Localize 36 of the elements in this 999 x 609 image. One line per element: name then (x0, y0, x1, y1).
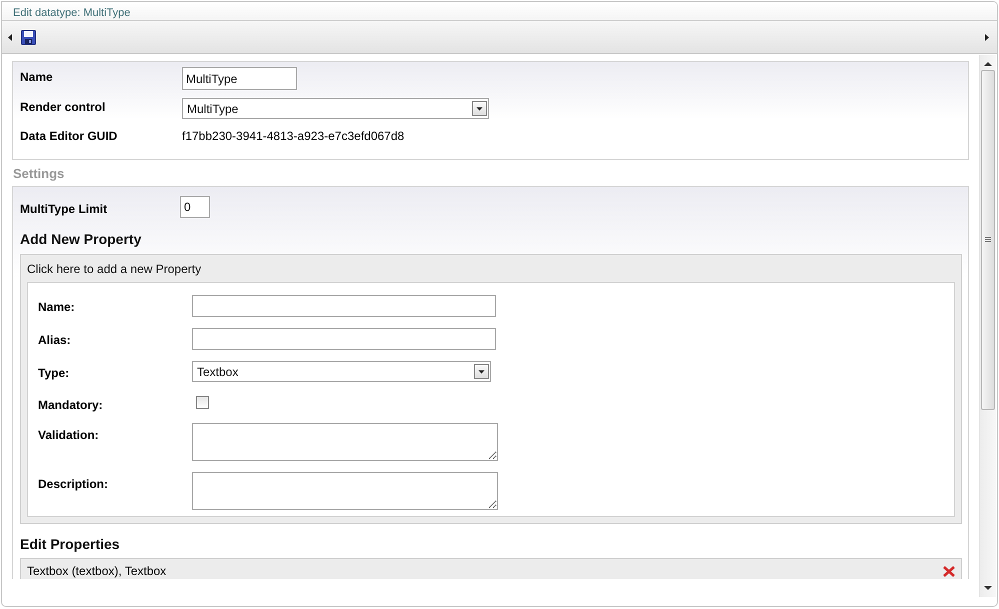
field-label: Type: (38, 365, 70, 380)
field-label: MultiType Limit (20, 201, 108, 216)
field-label: Description: (38, 476, 110, 491)
scroll-down-icon[interactable] (984, 585, 992, 591)
field-label: Render control (20, 99, 106, 114)
text-field[interactable] (192, 295, 496, 317)
property-label: Textbox (textbox), Textbox (27, 564, 166, 578)
window-title: Edit datatype: MultiType (2, 2, 997, 21)
left-arrow-icon[interactable] (8, 34, 13, 40)
dropdown[interactable]: MultiType (182, 98, 489, 119)
add-property-link[interactable]: Click here to add a new Property (27, 255, 955, 282)
dropdown[interactable]: Textbox (192, 361, 491, 382)
caret-icon (474, 364, 489, 379)
right-arrow-icon[interactable] (984, 34, 989, 40)
caret-icon (472, 101, 487, 116)
field-label: Mandatory: (38, 397, 104, 412)
section-heading: Edit Properties (20, 536, 121, 552)
scroll-up-icon[interactable] (984, 61, 992, 67)
field-label: Name: (38, 299, 76, 314)
field-label: Alias: (38, 332, 72, 347)
scrollbar[interactable] (979, 55, 996, 597)
section-heading: Settings (13, 166, 66, 181)
checkbox[interactable] (196, 396, 209, 409)
text-field[interactable]: 0 (180, 196, 210, 218)
text-field[interactable] (192, 328, 496, 350)
save-icon[interactable] (21, 30, 36, 44)
text-field[interactable]: MultiType (182, 67, 297, 90)
guid-value: f17bb230-3941-4813-a923-e7c3efd067d8 (182, 128, 406, 143)
section-heading: Add New Property (20, 231, 142, 247)
text-area[interactable] (192, 423, 498, 461)
delete-icon[interactable] (943, 566, 955, 576)
field-label: Validation: (38, 427, 100, 442)
field-label: Data Editor GUID (20, 128, 118, 143)
field-label: Name (20, 69, 54, 84)
text-area[interactable] (192, 472, 498, 510)
grip-icon (985, 237, 991, 243)
